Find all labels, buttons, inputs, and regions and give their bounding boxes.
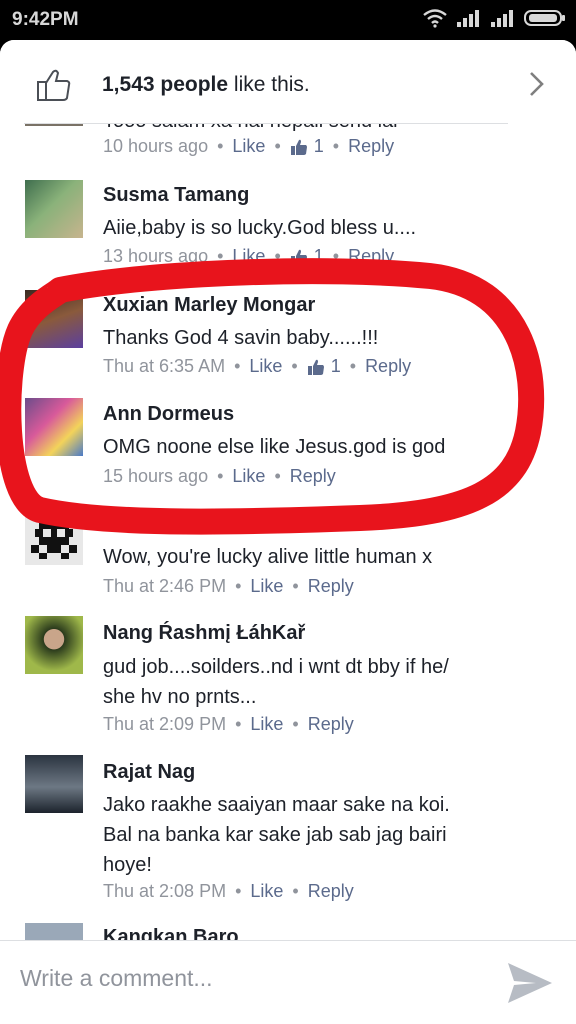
like-link[interactable]: Like [250,881,283,902]
reply-link[interactable]: Reply [308,714,354,735]
like-count: 1 [330,356,341,376]
status-bar: 9:42PM [0,0,576,40]
pixel-avatar-icon [31,513,77,559]
separator-dot: • [292,576,299,596]
comment-text: Wow, you're lucky alive little human x [103,546,433,568]
comment-text-line: Jako raakhe saaiyan maar sake na koi. [103,794,450,816]
reply-link[interactable]: Reply [290,466,336,487]
reply-link[interactable]: Reply [308,576,354,597]
comment-time: 15 hours ago [103,466,209,486]
thumbs-up-icon [37,69,71,101]
wifi-icon [423,9,447,28]
thumbs-up-icon [290,139,307,155]
like-count: 1 [313,136,324,156]
separator-dot: • [332,246,340,266]
avatar[interactable] [25,507,83,565]
separator-dot: • [217,246,224,266]
commenter-name[interactable]: Nang Ŕashmį ŁáhKař [103,622,305,645]
comment-text: Thanks God 4 savin baby......!!! [103,327,379,349]
comment-time: Thu at 2:46 PM [103,576,227,596]
comment-text-line: hoye! [103,854,152,876]
signal-icon [457,10,479,27]
comment-time: Thu at 2:08 PM [103,881,227,901]
status-time: 9:42PM [12,9,79,30]
reply-link[interactable]: Reply [348,136,394,157]
reply-link[interactable]: Reply [348,246,394,267]
separator-dot: • [274,136,281,156]
comment-list: Tooo salam xa nai nepali senu lai 10 hou… [0,40,576,948]
separator-dot: • [274,466,281,486]
like-link[interactable]: Like [232,136,265,157]
comment-time: 10 hours ago [103,136,209,156]
reply-link[interactable]: Reply [365,356,411,377]
thumbs-up-icon [290,249,307,265]
avatar[interactable] [25,755,83,813]
divider [24,123,508,124]
like-link[interactable]: Like [249,356,282,377]
likes-summary: 1,543 people like this. [102,73,310,97]
like-link[interactable]: Like [250,576,283,597]
comment-text: OMG noone else like Jesus.god is god [103,436,446,458]
comment-text-line: Bal na banka kar sake jab sab jag bairi [103,824,447,846]
comment-input[interactable]: Write a comment... [20,965,213,992]
separator-dot: • [234,356,241,376]
separator-dot: • [349,356,357,376]
avatar[interactable] [25,180,83,238]
like-link[interactable]: Like [232,466,265,487]
likes-count: 1,543 people [102,73,229,96]
comment-meta: Thu at 2:08 PM • Like • Reply [103,881,354,902]
separator-dot: • [292,881,299,901]
comment-text: Jako raakhe saaiyan maar sake na koi. Ba… [103,790,513,880]
status-icons [422,8,566,28]
like-link[interactable]: Like [250,714,283,735]
avatar[interactable] [25,923,83,940]
commenter-name[interactable]: Danielle Cubeydoo [103,512,283,535]
separator-dot: • [291,356,298,376]
comment-meta: Thu at 2:09 PM • Like • Reply [103,714,354,735]
comment-meta: Thu at 2:46 PM • Like • Reply [103,576,354,597]
comment-time: Thu at 2:09 PM [103,714,227,734]
chevron-right-icon[interactable] [526,71,546,97]
comments-sheet: 1,543 people like this. Tooo salam xa na… [0,40,576,1024]
battery-icon [524,10,565,26]
comment-text: Aiie,baby is so lucky.God bless u.... [103,217,417,239]
separator-dot: • [217,136,224,156]
commenter-name[interactable]: Xuxian Marley Mongar [103,294,315,317]
commenter-name[interactable]: Susma Tamang [103,184,249,207]
separator-dot: • [292,714,299,734]
reply-link[interactable]: Reply [308,881,354,902]
separator-dot: • [217,466,224,486]
separator-dot: • [235,714,242,734]
likes-header[interactable]: 1,543 people like this. [0,40,576,124]
signal-icon [491,10,513,27]
avatar[interactable] [25,290,83,348]
thumbs-up-icon [307,359,324,375]
comment-meta: Thu at 6:35 AM • Like • 1 • Reply [103,356,411,377]
comment-meta: 10 hours ago • Like • 1 • Reply [103,136,394,157]
comment-text: gud job....soilders..nd i wnt dt bby if … [103,652,513,712]
commenter-name[interactable]: Rajat Nag [103,761,195,784]
separator-dot: • [332,136,340,156]
comment-text-line: gud job....soilders..nd i wnt dt bby if … [103,656,449,678]
comment-text-line: she hv no prnts... [103,686,257,708]
send-icon[interactable] [506,961,554,1005]
like-count: 1 [313,246,324,266]
avatar[interactable] [25,616,83,674]
comment-composer: Write a comment... [0,940,576,1024]
comment-meta: 13 hours ago • Like • 1 • Reply [103,246,394,267]
like-link[interactable]: Like [232,246,265,267]
separator-dot: • [274,246,281,266]
commenter-name[interactable]: Ann Dormeus [103,403,234,426]
separator-dot: • [235,881,242,901]
likes-suffix: like this. [228,73,310,96]
comment-time: Thu at 6:35 AM [103,356,226,376]
avatar[interactable] [25,398,83,456]
comment-meta: 15 hours ago • Like • Reply [103,466,336,487]
separator-dot: • [235,576,242,596]
comment-time: 13 hours ago [103,246,209,266]
